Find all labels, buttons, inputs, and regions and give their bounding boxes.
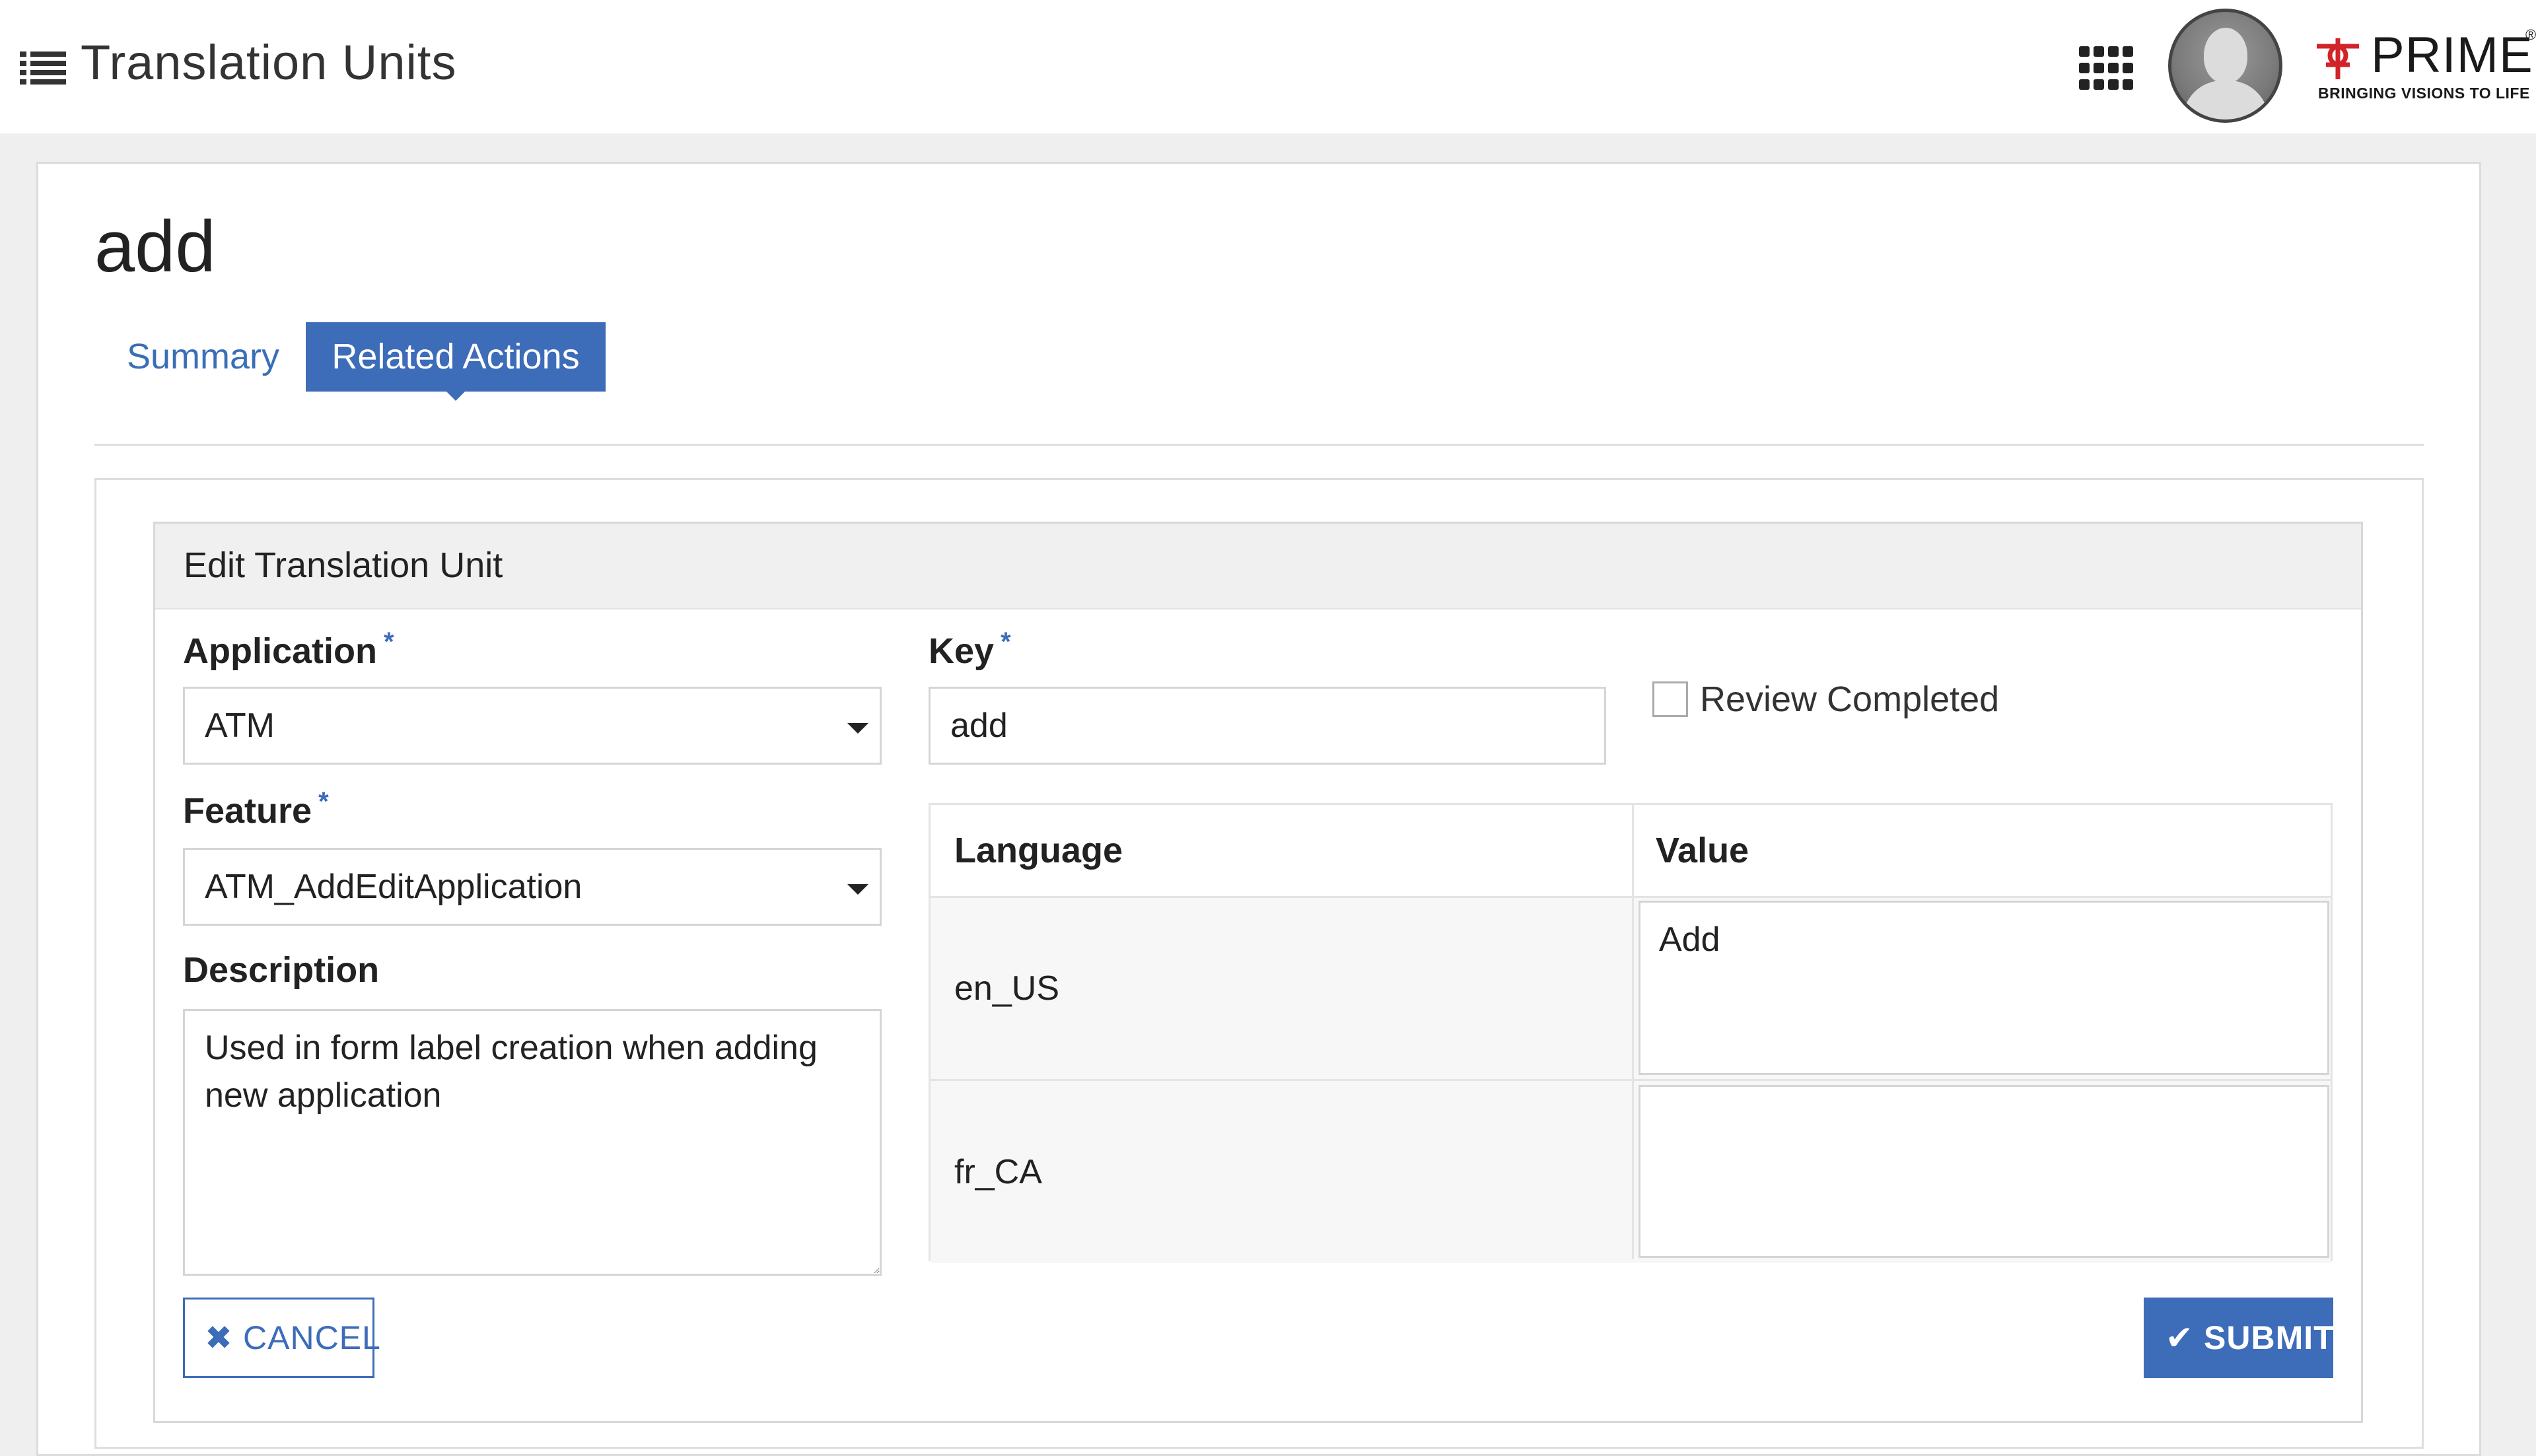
chevron-down-icon (847, 884, 868, 895)
user-avatar-icon[interactable] (2168, 9, 2282, 123)
cancel-button[interactable]: ✖ CANCEL (183, 1298, 380, 1378)
prime-logo: PRIME ® BRINGING VISIONS TO LIFE (2311, 26, 2536, 106)
value-input-en-us[interactable]: Add (1638, 901, 2329, 1075)
description-label: Description (183, 950, 380, 990)
review-completed-checkbox[interactable] (1652, 681, 1688, 717)
form-title: Edit Translation Unit (184, 545, 503, 585)
key-label: Key * (929, 627, 1011, 671)
list-menu-icon[interactable] (20, 52, 66, 86)
prime-logo-mark-icon (2317, 38, 2359, 79)
column-header-language: Language (954, 831, 1123, 870)
top-bar: Translation Units PRIME ® BRINGING VISIO… (0, 0, 2536, 133)
cancel-button-label: CANCEL (243, 1319, 381, 1356)
logo-wordmark: PRIME (2371, 27, 2533, 83)
apps-grid-icon[interactable] (2079, 46, 2133, 90)
value-input-fr-ca[interactable] (1638, 1085, 2329, 1258)
required-mark: * (318, 787, 329, 816)
application-label: Application * (183, 627, 394, 671)
chevron-down-icon (847, 723, 868, 734)
tab-related-actions[interactable]: Related Actions (306, 322, 606, 401)
feature-select-value: ATM_AddEditApplication (205, 868, 582, 906)
submit-button[interactable]: ✔ SUBMIT (2144, 1298, 2335, 1378)
tab-summary[interactable]: Summary (111, 322, 283, 392)
logo-registered-mark: ® (2525, 26, 2536, 43)
key-input[interactable]: add (929, 687, 1606, 765)
active-tab-caret-icon (446, 392, 465, 401)
tab-related-actions-label: Related Actions (332, 337, 580, 376)
tab-divider (94, 444, 2424, 446)
app-title: Translation Units (81, 35, 457, 90)
logo-tagline: BRINGING VISIONS TO LIFE (2318, 85, 2530, 102)
application-select-value: ATM (205, 707, 275, 745)
required-mark: * (384, 627, 394, 656)
feature-label: Feature * (183, 787, 329, 831)
table-header-row (931, 805, 2331, 896)
column-header-value: Value (1656, 831, 1749, 870)
language-cell-fr-ca: fr_CA (954, 1153, 1042, 1191)
language-cell-en-us: en_US (954, 969, 1059, 1008)
key-input-value: add (950, 707, 1008, 745)
required-mark: * (1001, 627, 1011, 656)
review-completed-label[interactable]: Review Completed (1700, 679, 1999, 720)
close-icon: ✖ (205, 1319, 233, 1356)
translations-table: Language Value en_US Add fr_CA (929, 803, 2333, 1263)
submit-button-label: SUBMIT (2204, 1319, 2335, 1356)
page-title: add (94, 206, 216, 287)
description-textarea[interactable]: Used in form label creation when adding … (183, 1009, 882, 1276)
check-icon: ✔ (2166, 1319, 2194, 1356)
feature-select[interactable]: ATM_AddEditApplication (183, 848, 882, 926)
application-select[interactable]: ATM (183, 687, 882, 765)
